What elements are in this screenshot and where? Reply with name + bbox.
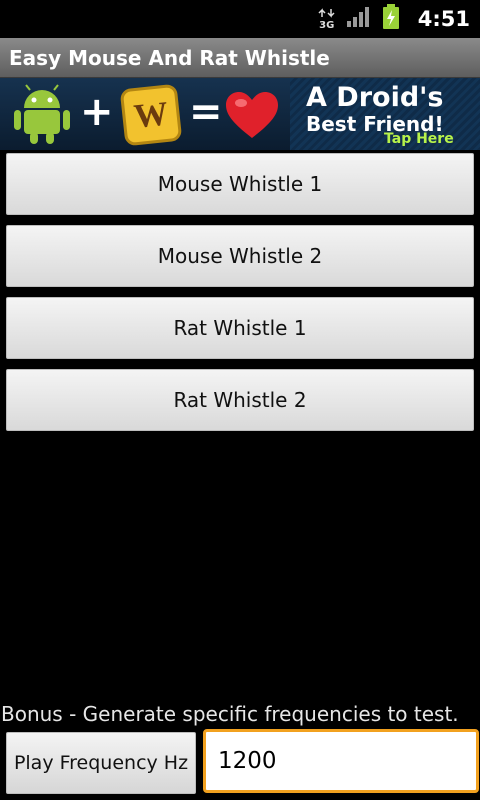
play-frequency-button[interactable]: Play Frequency Hz bbox=[6, 732, 196, 794]
frequency-input[interactable] bbox=[203, 729, 479, 793]
mouse-whistle-2-label: Mouse Whistle 2 bbox=[157, 244, 323, 268]
status-clock: 4:51 bbox=[417, 7, 470, 31]
android-robot-icon bbox=[10, 84, 74, 148]
ad-equals-sign: = bbox=[189, 89, 223, 135]
ad-cta-label: Tap Here bbox=[384, 131, 454, 147]
app-title: Easy Mouse And Rat Whistle bbox=[9, 46, 330, 70]
word-tile-icon: W bbox=[118, 84, 184, 150]
ad-headline: A Droid's bbox=[306, 82, 444, 113]
status-icons: 3G 4:51 bbox=[318, 0, 470, 38]
rat-whistle-2-button[interactable]: Rat Whistle 2 bbox=[6, 369, 474, 431]
battery-charging-icon bbox=[382, 4, 400, 34]
ad-plus-sign: + bbox=[80, 89, 114, 135]
bonus-description: Bonus - Generate specific frequencies to… bbox=[1, 702, 459, 726]
mouse-whistle-1-button[interactable]: Mouse Whistle 1 bbox=[6, 153, 474, 215]
signal-strength-icon bbox=[346, 6, 372, 32]
rat-whistle-1-button[interactable]: Rat Whistle 1 bbox=[6, 297, 474, 359]
mouse-whistle-2-button[interactable]: Mouse Whistle 2 bbox=[6, 225, 474, 287]
ad-banner[interactable]: + W = A Droid's Best Friend! Tap Here bbox=[0, 78, 480, 150]
mouse-whistle-1-label: Mouse Whistle 1 bbox=[157, 172, 323, 196]
network-type-label: 3G bbox=[319, 19, 335, 31]
status-bar: 3G 4:51 bbox=[0, 0, 480, 38]
heart-icon bbox=[224, 90, 280, 144]
app-title-bar: Easy Mouse And Rat Whistle bbox=[0, 38, 480, 78]
network-3g-icon: 3G bbox=[318, 7, 336, 31]
word-tile-letter: W bbox=[132, 95, 170, 135]
rat-whistle-1-label: Rat Whistle 1 bbox=[173, 316, 307, 340]
play-frequency-label: Play Frequency Hz bbox=[13, 752, 189, 774]
rat-whistle-2-label: Rat Whistle 2 bbox=[173, 388, 307, 412]
